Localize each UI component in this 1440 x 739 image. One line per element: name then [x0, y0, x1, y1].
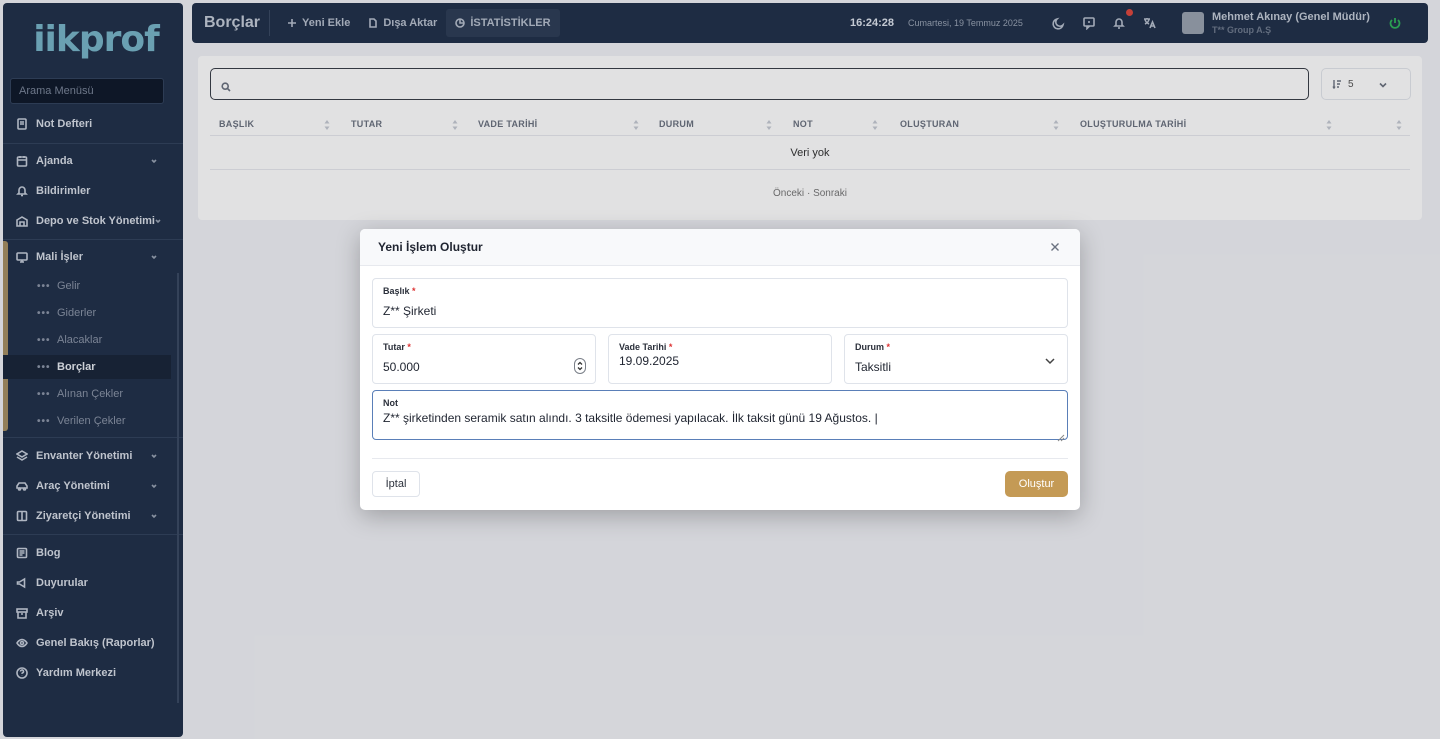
- cancel-button[interactable]: İptal: [372, 471, 420, 497]
- not-textarea[interactable]: Z** şirketinden seramik satın alındı. 3 …: [383, 411, 878, 425]
- vade-tarihi-input[interactable]: 19.09.2025: [619, 354, 679, 368]
- vade-tarihi-label: Vade Tarihi *: [619, 342, 673, 352]
- modal-header: Yeni İşlem Oluştur: [360, 229, 1080, 266]
- baslik-label: Başlık *: [383, 286, 416, 296]
- close-icon[interactable]: [1049, 240, 1061, 252]
- create-transaction-modal: Yeni İşlem Oluştur Başlık * Z** Şirketi …: [360, 229, 1080, 510]
- durum-label: Durum *: [855, 342, 891, 352]
- durum-field[interactable]: Durum * Taksitli: [844, 334, 1068, 384]
- modal-title: Yeni İşlem Oluştur: [378, 240, 483, 254]
- tutar-field[interactable]: Tutar * 50.000: [372, 334, 596, 384]
- tutar-label: Tutar *: [383, 342, 411, 352]
- baslik-input[interactable]: Z** Şirketi: [383, 304, 436, 318]
- divider: [372, 458, 1068, 459]
- tutar-input[interactable]: 50.000: [383, 360, 420, 374]
- vade-tarihi-field[interactable]: Vade Tarihi * 19.09.2025: [608, 334, 832, 384]
- baslik-field[interactable]: Başlık * Z** Şirketi: [372, 278, 1068, 328]
- create-button[interactable]: Oluştur: [1005, 471, 1068, 497]
- not-label: Not: [383, 398, 398, 408]
- number-stepper-icon[interactable]: [574, 358, 586, 374]
- chevron-down-icon: [1044, 354, 1056, 366]
- resize-handle-icon[interactable]: [1057, 429, 1065, 442]
- not-field[interactable]: Not Z** şirketinden seramik satın alındı…: [372, 390, 1068, 442]
- durum-select[interactable]: Taksitli: [855, 360, 891, 374]
